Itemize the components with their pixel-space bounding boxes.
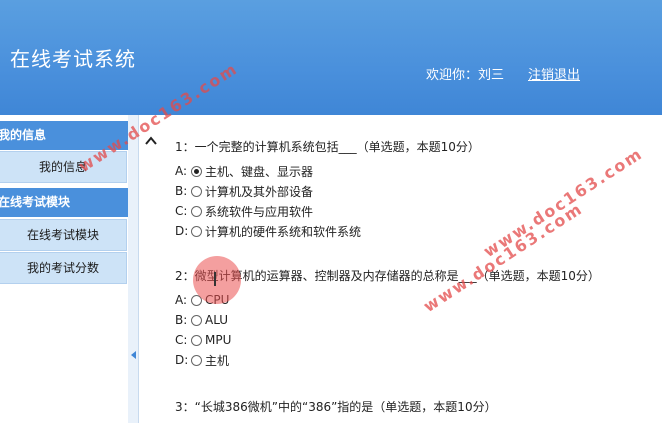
sidebar: 我的信息 我的信息 在线考试模块 在线考试模块 我的考试分数 — [0, 115, 129, 423]
option-c[interactable]: C: 系统软件与应用软件 — [175, 203, 313, 219]
option-a[interactable]: A: 主机、键盘、显示器 — [175, 163, 313, 179]
text-cursor-icon — [214, 272, 216, 286]
app-title: 在线考试系统 — [10, 47, 136, 71]
radio[interactable] — [191, 225, 202, 237]
option-d[interactable]: D: 计算机的硬件系统和软件系统 — [175, 223, 361, 239]
option-b[interactable]: B: 计算机及其外部设备 — [175, 183, 313, 199]
question-title: 3：“长城386微机”中的“386”指的是（单选题，本题10分） — [175, 400, 497, 414]
radio-selected[interactable] — [191, 165, 202, 177]
sidebar-item-my-scores[interactable]: 我的考试分数 — [0, 252, 127, 284]
radio[interactable] — [191, 185, 202, 197]
sidebar-item-online-exam[interactable]: 在线考试模块 — [0, 219, 127, 251]
radio[interactable] — [191, 334, 202, 346]
app-header: 在线考试系统 欢迎你：刘三 注销退出 — [0, 0, 662, 115]
radio[interactable] — [191, 205, 202, 217]
option-b[interactable]: B: ALU — [175, 312, 228, 328]
logout-link[interactable]: 注销退出 — [528, 64, 580, 83]
sidebar-section-exam[interactable]: 在线考试模块 — [0, 188, 128, 217]
question-title: 1：一个完整的计算机系统包括___（单选题，本题10分） — [175, 140, 480, 154]
cursor-highlight — [193, 256, 241, 304]
radio[interactable] — [191, 314, 202, 326]
welcome-text: 欢迎你：刘三 — [426, 68, 505, 83]
sidebar-splitter[interactable] — [128, 115, 139, 423]
option-d[interactable]: D: 主机 — [175, 352, 229, 368]
collapse-sidebar-icon[interactable] — [131, 351, 136, 359]
radio[interactable] — [191, 354, 202, 366]
option-c[interactable]: C: MPU — [175, 332, 231, 348]
